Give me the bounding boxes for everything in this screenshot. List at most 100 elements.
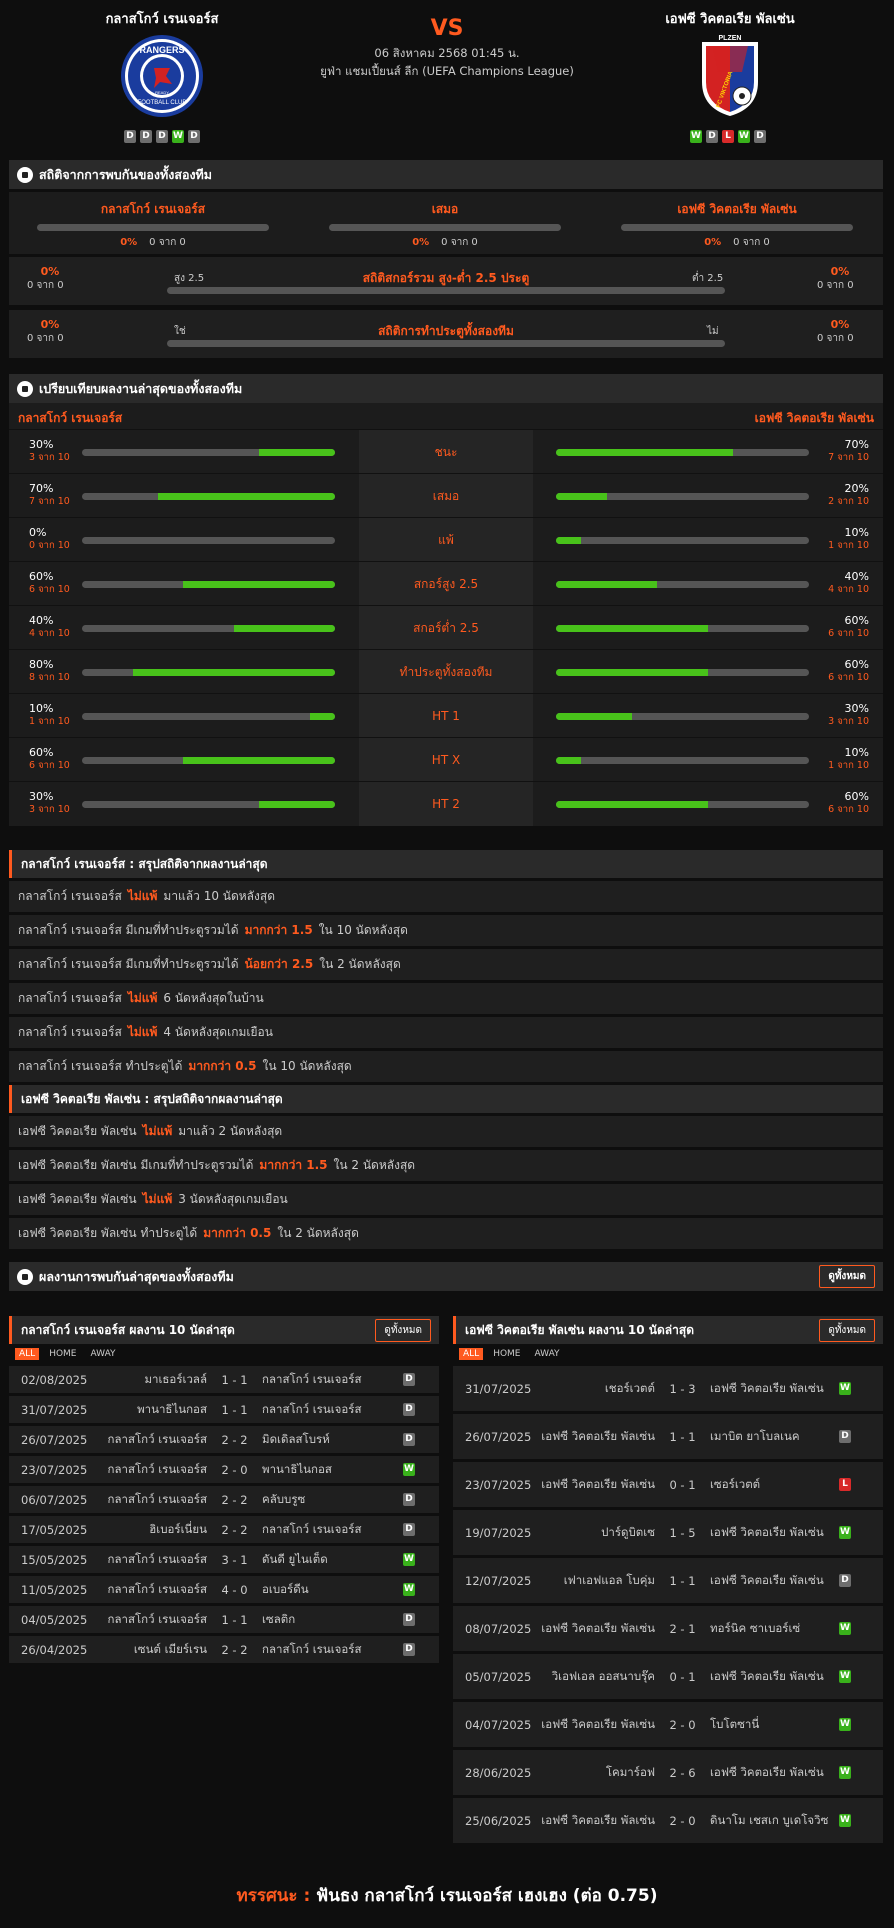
home-tab-away[interactable]: AWAY xyxy=(87,1348,120,1360)
home-bar-fill xyxy=(157,493,335,500)
match-score: 2 - 6 xyxy=(669,1765,696,1780)
match-row[interactable]: 04/05/2025 กลาสโกว์ เรนเจอร์ส 1 - 1 เซลติก D xyxy=(9,1606,439,1633)
match-away: พานาธิไนกอส xyxy=(262,1461,332,1476)
away-bar-fill xyxy=(556,581,658,588)
match-row[interactable]: 26/04/2025 เซนต์ เมียร์เรน 2 - 2 กลาสโกว์ เ… xyxy=(9,1636,439,1663)
match-row[interactable]: 15/05/2025 กลาสโกว์ เรนเจอร์ส 3 - 1 ดันดี ย… xyxy=(9,1546,439,1573)
result-badge: W xyxy=(839,1670,851,1683)
away-bar xyxy=(556,713,809,720)
ou-bar xyxy=(167,287,725,294)
away-bar-fill xyxy=(556,625,708,632)
home-pct: 40% xyxy=(29,614,54,627)
match-home: เฟาเอฟแอล โบคุ่ม xyxy=(563,1572,655,1587)
ou-right-count: 0 จาก 0 xyxy=(817,280,854,291)
away-form: WDLWD xyxy=(690,130,766,143)
match-home: วิเอฟเอล ออสนาบรุ๊ค xyxy=(551,1668,655,1683)
away-tab-home[interactable]: HOME xyxy=(489,1348,524,1360)
match-row[interactable]: 06/07/2025 กลาสโกว์ เรนเจอร์ส 2 - 2 คลับบรู… xyxy=(9,1486,439,1513)
match-row[interactable]: 05/07/2025 วิเอฟเอล ออสนาบรุ๊ค 0 - 1 เอฟซี … xyxy=(453,1654,883,1699)
match-row[interactable]: 26/07/2025 เอฟซี วิคตอเรีย พัลเซ่น 1 - 1 เม… xyxy=(453,1414,883,1459)
match-away: เอฟซี วิคตอเรีย พัลเซ่น xyxy=(710,1524,824,1539)
match-row[interactable]: 02/08/2025 มาเธอร์เวลล์ 1 - 1 กลาสโกว์ เรนเ… xyxy=(9,1366,439,1393)
summary-row: กลาสโกว์ เรนเจอร์ส ไม่แพ้ 4 นัดหลังสุดเกมเ… xyxy=(9,1017,883,1048)
compare-label: สกอร์สูง 2.5 xyxy=(359,562,533,606)
match-home: โคมาร์อฟ xyxy=(605,1764,655,1779)
league-name[interactable]: ยูฟ่า แชมเปี้ยนส์ ลีก (UEFA Champions Le… xyxy=(0,63,894,81)
home-tab-home[interactable]: HOME xyxy=(45,1348,80,1360)
summary-highlight: ไม่แพ้ xyxy=(142,1192,173,1206)
result-badge: L xyxy=(839,1478,851,1491)
match-away: เอฟซี วิคตอเรีย พัลเซ่น xyxy=(710,1668,824,1683)
summary-highlight: ไม่แพ้ xyxy=(142,1124,173,1138)
summary-row: กลาสโกว์ เรนเจอร์ส ไม่แพ้ มาแล้ว 10 นัดหลั… xyxy=(9,881,883,912)
home-bar-fill xyxy=(259,449,335,456)
prediction-label: ทรรศนะ : xyxy=(236,1886,311,1906)
h2h-btts: 0% 0 จาก 0 ใช่ สถิติการทำประตูทั้งสองทีม … xyxy=(9,310,883,358)
away-count: 6 จาก 10 xyxy=(828,804,869,815)
match-row[interactable]: 31/07/2025 พานาธิไนกอส 1 - 1 กลาสโกว์ เรนเจ… xyxy=(9,1396,439,1423)
match-home: กลาสโกว์ เรนเจอร์ส xyxy=(107,1461,207,1476)
compare-row: 0% 0 จาก 10 แพ้ 10% 1 จาก 10 xyxy=(9,517,883,562)
match-row[interactable]: 23/07/2025 เอฟซี วิคตอเรีย พัลเซ่น 0 - 1 เซ… xyxy=(453,1462,883,1507)
match-row[interactable]: 28/06/2025 โคมาร์อฟ 2 - 6 เอฟซี วิคตอเรีย พ… xyxy=(453,1750,883,1795)
match-home: ปาร์ดูบิตเซ xyxy=(601,1524,655,1539)
match-date: 05/07/2025 xyxy=(465,1669,532,1684)
away-bar-fill xyxy=(556,713,632,720)
match-home: ฮิเบอร์เนี่ยน xyxy=(149,1521,207,1536)
match-row[interactable]: 08/07/2025 เอฟซี วิคตอเรีย พัลเซ่น 2 - 1 ทอ… xyxy=(453,1606,883,1651)
match-row[interactable]: 12/07/2025 เฟาเอฟแอล โบคุ่ม 1 - 1 เอฟซี วิค… xyxy=(453,1558,883,1603)
match-away: กลาสโกว์ เรนเจอร์ส xyxy=(262,1641,362,1656)
see-all-button[interactable]: ดูทั้งหมด xyxy=(819,1265,875,1288)
away-pct: 10% xyxy=(844,746,869,759)
h2h-col: เสมอ 0% 0 จาก 0 xyxy=(329,200,561,250)
summary-highlight: มากกว่า 1.5 xyxy=(244,923,313,937)
prediction-text: ฟันธง กลาสโกว์ เรนเจอร์ส เฮงเฮง (ต่อ 0.7… xyxy=(316,1886,658,1906)
match-row[interactable]: 17/05/2025 ฮิเบอร์เนี่ยน 2 - 2 กลาสโกว์ เรน… xyxy=(9,1516,439,1543)
away-form-badge: W xyxy=(690,130,702,143)
away-count: 2 จาก 10 xyxy=(828,496,869,507)
result-badge: D xyxy=(403,1493,415,1506)
match-score: 2 - 2 xyxy=(221,1492,248,1507)
match-row[interactable]: 11/05/2025 กลาสโกว์ เรนเจอร์ส 4 - 0 อเบอร์ด… xyxy=(9,1576,439,1603)
away-bar xyxy=(556,801,809,808)
summary-row: กลาสโกว์ เรนเจอร์ส ทำประตูได้ มากกว่า 0.5… xyxy=(9,1051,883,1082)
home-bar-fill xyxy=(183,581,335,588)
match-row[interactable]: 04/07/2025 เอฟซี วิคตอเรีย พัลเซ่น 2 - 0 โบ… xyxy=(453,1702,883,1747)
home-see-all-button[interactable]: ดูทั้งหมด xyxy=(375,1318,431,1342)
h2h-col-label: เอฟซี วิคตอเรีย พัลเซ่น xyxy=(677,202,797,216)
away-see-all-button[interactable]: ดูทั้งหมด xyxy=(819,1318,875,1342)
match-date: 17/05/2025 xyxy=(21,1522,88,1537)
home-bar xyxy=(82,493,335,500)
match-row[interactable]: 19/07/2025 ปาร์ดูบิตเซ 1 - 5 เอฟซี วิคตอเรี… xyxy=(453,1510,883,1555)
match-date: 28/06/2025 xyxy=(465,1765,532,1780)
home-recent-panel: กลาสโกว์ เรนเจอร์ส ผลงาน 10 นัดล่าสุด ดู… xyxy=(9,1316,439,1666)
compare-row: 40% 4 จาก 10 สกอร์ต่ำ 2.5 60% 6 จาก 10 xyxy=(9,605,883,650)
match-row[interactable]: 25/06/2025 เอฟซี วิคตอเรีย พัลเซ่น 2 - 0 ดิ… xyxy=(453,1798,883,1843)
match-away: เซลติก xyxy=(262,1611,296,1626)
h2h-col-pct: 0% xyxy=(412,237,430,248)
result-badge: W xyxy=(839,1382,851,1395)
home-form-badge: D xyxy=(156,130,168,143)
result-badge: D xyxy=(403,1643,415,1656)
match-score: 2 - 2 xyxy=(221,1432,248,1447)
match-datetime: 06 สิงหาคม 2568 01:45 น. xyxy=(374,46,520,60)
home-bar xyxy=(82,713,335,720)
away-bar-fill xyxy=(556,801,708,808)
away-tab-away[interactable]: AWAY xyxy=(531,1348,564,1360)
home-count: 1 จาก 10 xyxy=(29,716,70,727)
match-away: เอฟซี วิคตอเรีย พัลเซ่น xyxy=(710,1380,824,1395)
away-pct: 20% xyxy=(844,482,869,495)
match-score: 2 - 2 xyxy=(221,1522,248,1537)
home-tab-all[interactable]: ALL xyxy=(15,1348,40,1360)
home-bar xyxy=(82,537,335,544)
home-pct: 70% xyxy=(29,482,54,495)
match-row[interactable]: 26/07/2025 กลาสโกว์ เรนเจอร์ส 2 - 2 มิดเดิล… xyxy=(9,1426,439,1453)
away-form-badge: L xyxy=(722,130,734,143)
match-away: โบโตซานี่ xyxy=(710,1716,760,1731)
match-row[interactable]: 23/07/2025 กลาสโกว์ เรนเจอร์ส 2 - 0 พานาธิไ… xyxy=(9,1456,439,1483)
summary-row: เอฟซี วิคตอเรีย พัลเซ่น ไม่แพ้ มาแล้ว 2 นั… xyxy=(9,1116,883,1147)
away-tab-all[interactable]: ALL xyxy=(459,1348,484,1360)
match-row[interactable]: 31/07/2025 เชอร์เวตต์ 1 - 3 เอฟซี วิคตอเรีย… xyxy=(453,1366,883,1411)
away-count: 6 จาก 10 xyxy=(828,672,869,683)
away-pct: 10% xyxy=(844,526,869,539)
